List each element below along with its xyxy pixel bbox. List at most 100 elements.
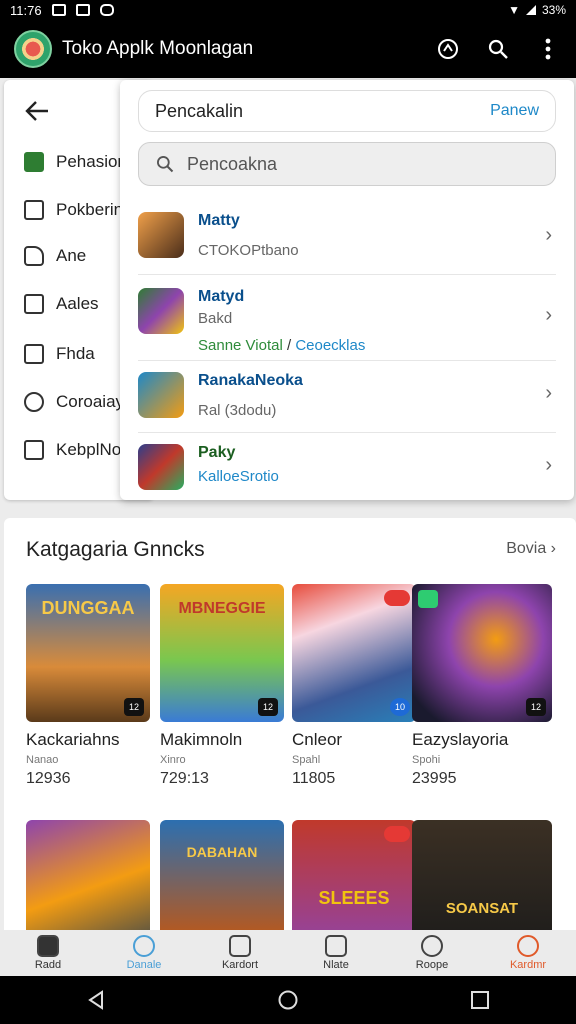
signal-icon [525, 5, 536, 15]
game-card[interactable]: 12 Eazyslayoria Spohi 23995 [412, 584, 552, 788]
app-badge-icon [418, 590, 438, 608]
result-extra-2: Ceoecklas [295, 337, 366, 354]
person-icon [133, 935, 155, 957]
result-sub: Ral (3dodu) [198, 402, 277, 419]
search-placeholder: Pencoakna [187, 153, 278, 174]
bag-icon [24, 294, 44, 314]
result-name: Matyd [198, 288, 245, 305]
drawer-item-coroaiay[interactable]: Coroaiay [24, 392, 124, 412]
thumbnail-art-text: MBNEGGIE [178, 600, 266, 617]
drawer-item-label: KebplNo [56, 440, 122, 459]
search-result[interactable]: Matty CTOKOPtbano › [120, 212, 574, 259]
game-thumbnail: 12 [412, 584, 552, 722]
more-options-icon[interactable] [534, 35, 562, 63]
category-section: Katgagaria Gnncks Bovia › DUNGGAA 12 Kac… [4, 518, 576, 958]
app-bar: Toko Applk Moonlagan [0, 20, 576, 78]
back-arrow-icon[interactable] [24, 98, 50, 129]
app-logo [14, 30, 52, 68]
youtube-icon [99, 4, 114, 16]
game-card[interactable]: 10 Cnleor Spahl 11805 [292, 584, 416, 788]
age-badge: 12 [526, 698, 546, 716]
wifi-icon: ▼ [508, 3, 520, 17]
card-count: 729:13 [160, 770, 209, 787]
notification-badge [384, 826, 410, 842]
card-count: 11805 [292, 770, 336, 787]
nav-item-kardort[interactable]: Kardort [192, 930, 288, 976]
system-navigation [0, 976, 576, 1024]
search-input[interactable]: Pencoakna [138, 142, 556, 186]
divider [138, 432, 556, 433]
thumbnail-art-text: SLEEES [318, 888, 390, 908]
drawer-item-pokberin[interactable]: Pokberin [24, 200, 123, 220]
home-icon [37, 935, 59, 957]
divider [138, 274, 556, 275]
chevron-right-icon: › [545, 382, 552, 404]
drawer-item-label: Pokberin [56, 200, 124, 219]
search-panel-action[interactable]: Panew [490, 102, 539, 120]
drawer-item-label: Fhda [56, 344, 95, 363]
bookmark-icon [24, 200, 44, 220]
card-count: 23995 [412, 770, 457, 787]
result-sub: Bakd [198, 310, 233, 327]
status-bar: 11:76 ▼ 33% [0, 0, 576, 20]
card-count: 12936 [26, 770, 71, 787]
nav-item-home[interactable]: Radd [0, 930, 96, 976]
card-subtitle: Spahl [292, 754, 321, 766]
list-icon [24, 344, 44, 364]
notification-badge [384, 590, 410, 606]
nav-label: Radd [34, 959, 62, 971]
nav-item-account[interactable]: Danale [96, 930, 192, 976]
nav-label: Kardmr [509, 959, 547, 971]
screen: 11:76 ▼ 33% Toko Applk Moonlagan Pehasio… [0, 0, 576, 1024]
back-icon[interactable] [85, 989, 107, 1011]
result-thumbnail [138, 444, 184, 490]
home-button-icon[interactable] [277, 989, 299, 1011]
drawer-item-pehasion[interactable]: Pehasion [24, 152, 127, 172]
card-title: Makimnoln [160, 730, 243, 749]
card-title: Eazyslayoria [412, 730, 509, 749]
drawer-item-aales[interactable]: Aales [24, 294, 99, 314]
game-card[interactable]: DUNGGAA 12 Kackariahns Nanao 12936 [26, 584, 150, 788]
profile-icon [325, 935, 347, 957]
search-result[interactable]: Matyd Bakd Sanne Viotal / Ceoecklas › [120, 288, 574, 354]
age-badge: 12 [258, 698, 278, 716]
status-time: 11:76 [10, 2, 42, 18]
result-sub: KalloeSrotio [198, 468, 279, 485]
account-icon[interactable] [434, 35, 462, 63]
search-icon[interactable] [484, 35, 512, 63]
nav-label: Nlate [323, 959, 349, 971]
settings-icon [421, 935, 443, 957]
nav-item-nlate[interactable]: Nlate [288, 930, 384, 976]
chat-icon [24, 392, 44, 412]
drawer-item-fhda[interactable]: Fhda [24, 344, 95, 364]
card-subtitle: Nanao [26, 754, 59, 766]
app-title: Toko Applk Moonlagan [62, 38, 254, 59]
nav-item-kardmr[interactable]: Kardmr [480, 930, 576, 976]
game-thumbnail: MBNEGGIE 12 [160, 584, 284, 722]
tag-icon [24, 246, 44, 266]
notification-icon [51, 4, 66, 16]
search-result[interactable]: Paky KalloeSrotio › [120, 444, 574, 490]
nav-item-roope[interactable]: Roope [384, 930, 480, 976]
result-thumbnail [138, 372, 184, 418]
game-thumbnail: DUNGGAA 12 [26, 584, 150, 722]
game-card[interactable]: MBNEGGIE 12 Makimnoln Xinro 729:13 [160, 584, 284, 788]
section-title: Katgagaria Gnncks [26, 538, 205, 561]
nav-label: Kardort [221, 959, 259, 971]
recents-icon[interactable] [469, 989, 491, 1011]
drawer-item-kebplno[interactable]: KebplNo [24, 440, 121, 460]
card-subtitle: Xinro [160, 754, 186, 766]
see-more-link[interactable]: Bovia › [506, 540, 556, 558]
bottom-navigation: Radd Danale Kardort Nlate Roope Kardmr [0, 930, 576, 976]
see-more-label: Bovia [506, 540, 547, 557]
search-panel: Pencakalin Panew Pencoakna Matty CTOKOPt… [120, 80, 574, 500]
drawer-item-label: Pehasion [56, 152, 127, 171]
search-result[interactable]: RanakaNeoka Ral (3dodu) › [120, 372, 574, 419]
age-badge: 10 [390, 698, 410, 716]
card-subtitle: Spohi [412, 754, 441, 766]
drawer-item-ane[interactable]: Ane [24, 246, 86, 266]
drawer-item-label: Aales [56, 294, 99, 313]
age-badge: 12 [124, 698, 144, 716]
drawer-item-label: Coroaiay [56, 392, 125, 411]
user-icon [517, 935, 539, 957]
